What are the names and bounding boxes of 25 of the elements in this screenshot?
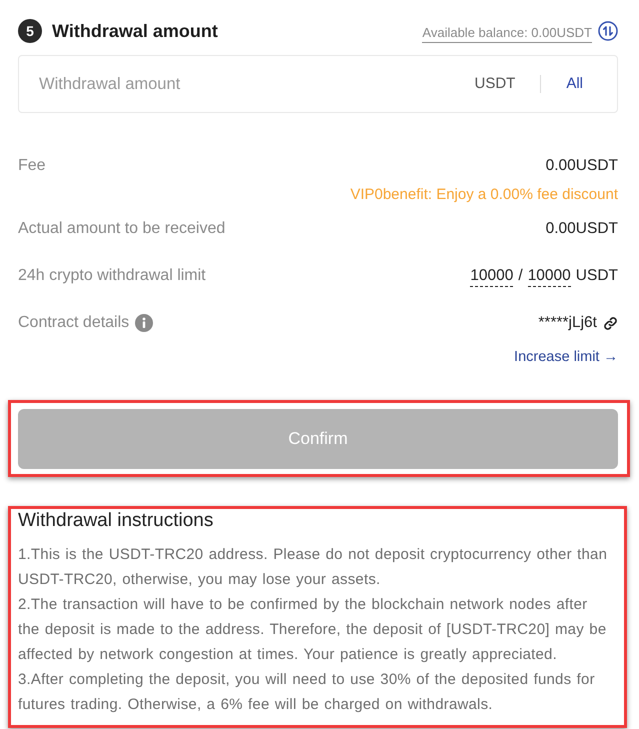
- detail-value: 0.00USDT: [546, 156, 618, 176]
- currency-label: USDT: [474, 74, 516, 94]
- step-number: 5: [18, 19, 42, 43]
- detail-label: 24h crypto withdrawal limit: [18, 266, 206, 286]
- info-icon[interactable]: [135, 314, 154, 332]
- section-title: Withdrawal amount: [52, 20, 218, 43]
- limit-separator: /: [518, 266, 523, 286]
- detail-label: Fee: [18, 156, 46, 176]
- detail-label: Actual amount to be received: [18, 219, 226, 239]
- contract-address: *****jLj6t: [538, 313, 597, 334]
- link-icon[interactable]: [603, 316, 618, 330]
- swap-icon[interactable]: [598, 21, 618, 41]
- limit-total-amount: 10000: [528, 266, 571, 286]
- limit-used-amount: 10000: [470, 266, 514, 286]
- instruction-text: 3.After completing the deposit, you will need to use 30% of the deposited funds for futures trading. Otherwise, a 6% fee will be charged on withdrawals.: [18, 670, 596, 715]
- amount-input-field[interactable]: Withdrawal amount USDT All: [18, 55, 618, 113]
- all-button[interactable]: All: [566, 72, 583, 96]
- instruction-text: 1.This is the USDT-TRC20 address. Please do not deposit cryptocurrency other than USDT-TRC20, otherwise, you may lose your assets.: [18, 545, 608, 590]
- fee-discount-note: VIP0benefit: Enjoy a 0.00% fee discount: [350, 184, 618, 205]
- limit-unit: USDT: [576, 266, 618, 286]
- detail-value: 0.00USDT: [546, 219, 618, 240]
- detail-label: Contract details: [18, 313, 130, 333]
- instruction-text: 2.The transaction will have to be confirmed by the blockchain network nodes after the deposit is made to the address. Therefore, the deposit of [USDT-TRC20] may be affected by network congestion at times. Your patience is greatly appreciated.: [18, 595, 608, 665]
- increase-limit-link[interactable]: Increase limit →: [514, 347, 618, 369]
- instructions-title: Withdrawal instructions: [18, 509, 214, 533]
